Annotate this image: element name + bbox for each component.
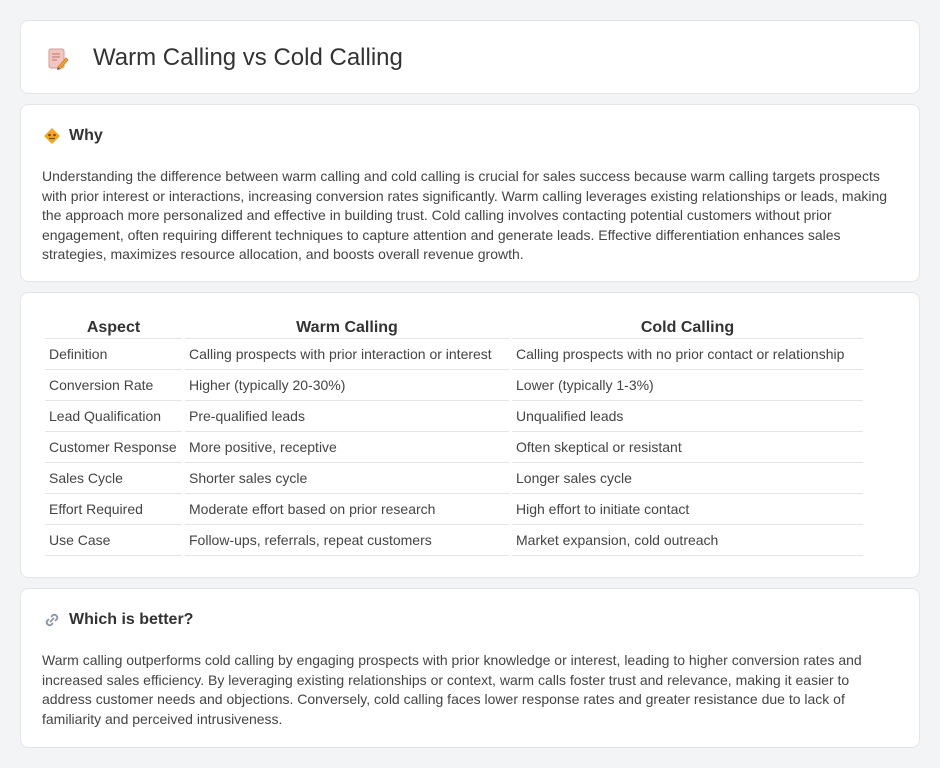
comparison-section: Aspect Warm Calling Cold Calling Definit… <box>20 292 920 578</box>
table-cell: More positive, receptive <box>185 432 509 463</box>
why-section: Why Understanding the difference between… <box>20 104 920 282</box>
comparison-table: Aspect Warm Calling Cold Calling Definit… <box>42 315 866 556</box>
table-row: Sales Cycle Shorter sales cycle Longer s… <box>45 463 863 494</box>
why-paragraph: Understanding the difference between war… <box>42 168 888 262</box>
table-row: Conversion Rate Higher (typically 20-30%… <box>45 370 863 401</box>
table-cell: Conversion Rate <box>45 370 182 401</box>
table-cell: Calling prospects with prior interaction… <box>185 339 509 370</box>
table-row: Customer Response More positive, recepti… <box>45 432 863 463</box>
table-cell: Often skeptical or resistant <box>512 432 863 463</box>
table-cell: Sales Cycle <box>45 463 182 494</box>
table-cell: Moderate effort based on prior research <box>185 494 509 525</box>
page-title: Warm Calling vs Cold Calling <box>93 44 403 71</box>
table-cell: Longer sales cycle <box>512 463 863 494</box>
better-heading-row: Which is better? <box>43 611 193 629</box>
diamond-warning-icon <box>43 127 61 145</box>
table-cell: Market expansion, cold outreach <box>512 525 863 556</box>
table-cell: Lower (typically 1-3%) <box>512 370 863 401</box>
why-heading: Why <box>69 127 103 144</box>
table-row: Lead Qualification Pre-qualified leads U… <box>45 401 863 432</box>
column-header-warm-calling: Warm Calling <box>185 315 509 339</box>
table-cell: Follow-ups, referrals, repeat customers <box>185 525 509 556</box>
table-cell: Unqualified leads <box>512 401 863 432</box>
table-cell: Calling prospects with no prior contact … <box>512 339 863 370</box>
table-row: Effort Required Moderate effort based on… <box>45 494 863 525</box>
table-row: Use Case Follow-ups, referrals, repeat c… <box>45 525 863 556</box>
table-header-row: Aspect Warm Calling Cold Calling <box>45 315 863 339</box>
table-cell: Lead Qualification <box>45 401 182 432</box>
title-card: Warm Calling vs Cold Calling <box>20 20 920 94</box>
table-cell: Definition <box>45 339 182 370</box>
link-icon <box>43 611 61 629</box>
table-cell: Pre-qualified leads <box>185 401 509 432</box>
document-pencil-icon <box>47 47 69 71</box>
table-cell: High effort to initiate contact <box>512 494 863 525</box>
better-paragraph: Warm calling outperforms cold calling by… <box>42 652 862 727</box>
table-cell: Use Case <box>45 525 182 556</box>
better-heading: Which is better? <box>69 611 194 628</box>
column-header-aspect: Aspect <box>45 315 182 339</box>
table-cell: Customer Response <box>45 432 182 463</box>
which-is-better-section: Which is better? Warm calling outperform… <box>20 588 920 748</box>
table-cell: Shorter sales cycle <box>185 463 509 494</box>
column-header-cold-calling: Cold Calling <box>512 315 863 339</box>
why-heading-row: Why <box>43 127 103 145</box>
table-cell: Higher (typically 20-30%) <box>185 370 509 401</box>
table-cell: Effort Required <box>45 494 182 525</box>
table-row: Definition Calling prospects with prior … <box>45 339 863 370</box>
